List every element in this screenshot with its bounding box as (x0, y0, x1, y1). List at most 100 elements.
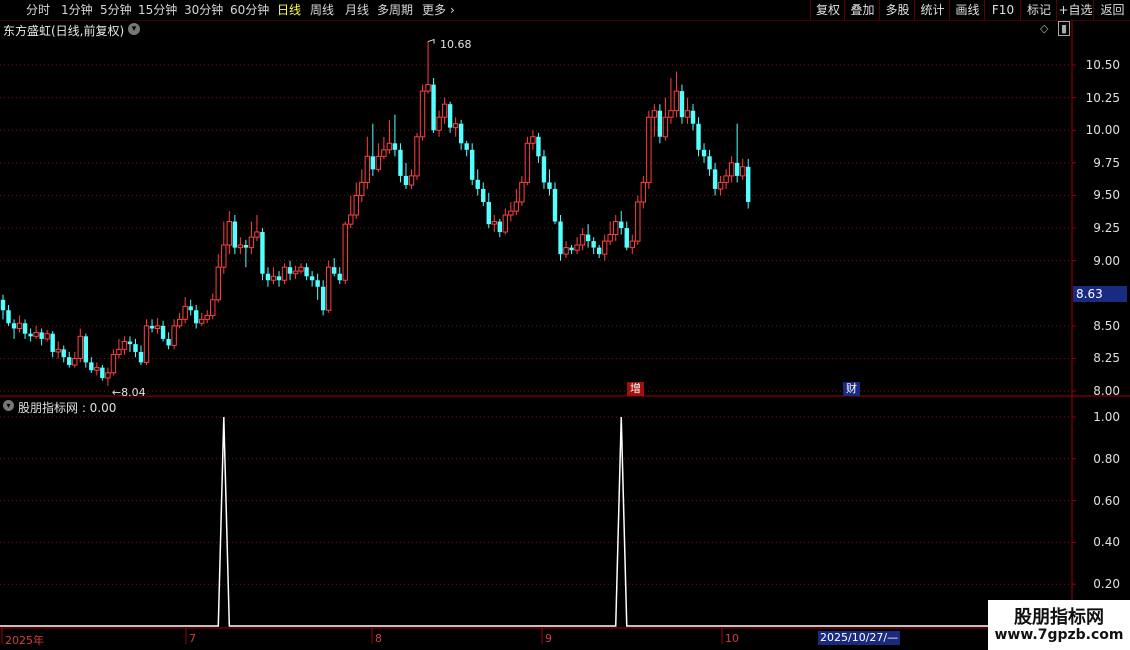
candle (635, 195, 641, 246)
candle-body (199, 318, 205, 324)
candle (39, 328, 44, 346)
candle-body (221, 244, 227, 268)
event-marker-zeng[interactable]: 增 (627, 382, 644, 396)
candle (491, 215, 497, 232)
candle (712, 162, 718, 196)
candle-body (497, 221, 502, 232)
candle-body (452, 123, 459, 129)
candle-body (265, 273, 271, 281)
candle (431, 78, 436, 133)
candle-body (133, 344, 138, 352)
candle (657, 104, 663, 144)
candle (77, 328, 83, 363)
candle (270, 267, 277, 285)
candle-body (408, 175, 415, 186)
candle-body (243, 245, 249, 248)
candle-body (591, 241, 596, 248)
candle (746, 158, 751, 209)
candle-body (89, 362, 94, 371)
candle (668, 78, 674, 124)
candle-body (629, 240, 635, 249)
candle-body (519, 181, 525, 203)
candle (265, 267, 271, 287)
candle (221, 221, 227, 274)
candle-body (16, 322, 23, 329)
candle-body (574, 244, 580, 251)
candle (646, 110, 652, 189)
candle-body (381, 149, 387, 157)
candle-body (143, 325, 150, 363)
candle (475, 169, 480, 196)
candle (342, 221, 348, 285)
candle (143, 319, 150, 366)
candle (497, 218, 502, 238)
candle (585, 224, 591, 248)
candle (452, 117, 459, 137)
candle (16, 315, 23, 333)
candle-body (431, 84, 436, 131)
candle (171, 319, 177, 350)
candle-body (100, 367, 105, 379)
candle-body (166, 338, 171, 346)
candle-body (77, 335, 83, 359)
candle-body (464, 143, 469, 150)
watermark-title: 股朋指标网 (1014, 607, 1104, 628)
candle-body (563, 247, 569, 255)
candle-body (524, 142, 531, 183)
candle-body (552, 188, 558, 222)
event-marker-cai[interactable]: 财 (843, 382, 860, 396)
candle (61, 345, 66, 363)
candle (292, 265, 299, 279)
candle-body (160, 325, 166, 339)
candle-body (28, 333, 33, 337)
candle (50, 331, 55, 358)
candle-body (276, 276, 282, 281)
candle-body (419, 90, 426, 138)
candle-body (332, 267, 337, 274)
candle-body (596, 247, 602, 255)
kline-chart[interactable] (0, 0, 1130, 650)
candle (182, 297, 188, 324)
candle (337, 267, 342, 285)
candle (419, 84, 426, 141)
candle-body (94, 367, 100, 371)
date-axis-label: 2025年 (5, 634, 44, 647)
candle-body (121, 341, 128, 350)
candle (613, 215, 619, 242)
candle (541, 149, 547, 189)
candle-body (226, 221, 233, 246)
candle-body (105, 372, 111, 379)
price-axis-label: 8.00 (1093, 384, 1120, 399)
candle-body (386, 142, 393, 151)
candle-body (138, 351, 144, 363)
indicator-axis-label: 1.00 (1093, 410, 1120, 424)
candle (315, 273, 320, 300)
candle (226, 211, 233, 255)
candle-body (270, 275, 277, 281)
candle (739, 158, 746, 180)
candle (28, 328, 33, 342)
candle (601, 234, 608, 261)
candle (701, 143, 707, 163)
low-price-annotation: ←8.04 (111, 385, 146, 399)
candle-body (304, 267, 309, 277)
chevron-down-icon[interactable]: ▾ (3, 400, 14, 411)
price-axis-label: 9.50 (1093, 188, 1120, 203)
candle-body (403, 175, 409, 186)
candle (94, 362, 100, 376)
candle (260, 228, 265, 281)
candle (320, 280, 326, 316)
candle (89, 357, 94, 373)
date-axis-label: 7 (189, 632, 196, 645)
candle (381, 136, 387, 159)
candle (127, 336, 133, 352)
candle (696, 117, 701, 157)
candle (160, 320, 166, 342)
candle (563, 241, 569, 259)
candle (569, 245, 574, 255)
candle (0, 294, 6, 320)
indicator-line (0, 416, 1071, 627)
candle-body (309, 276, 315, 281)
indicator-axis-label: 0.20 (1093, 577, 1120, 592)
candle-body (712, 169, 718, 189)
